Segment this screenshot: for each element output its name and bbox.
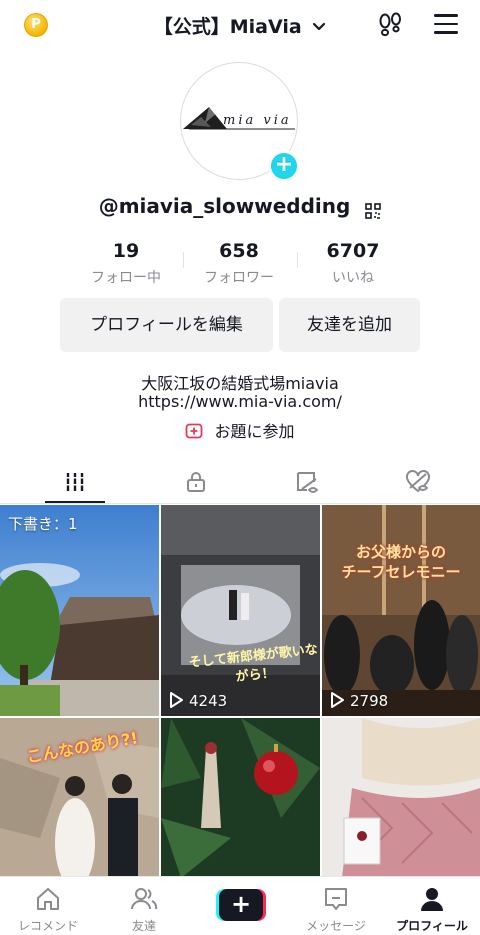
nav-profile[interactable]: プロフィール: [384, 877, 480, 935]
account-switcher[interactable]: 【公式】MiaVia: [0, 12, 480, 39]
video-thumbnail[interactable]: そして新郎様が歌いながら！ 4243: [161, 505, 320, 716]
video-thumbnail[interactable]: 下書き：1: [0, 505, 159, 716]
bio-text: 大阪江坂の結婚式場miavia: [141, 374, 339, 393]
friends-icon: [131, 888, 158, 910]
home-icon: [37, 888, 59, 910]
avatar-logo-text: mia via: [223, 113, 292, 128]
username-text: @miavia_slowwedding: [98, 194, 351, 218]
content-tabs: [0, 460, 480, 504]
topic-link[interactable]: お題に参加: [0, 418, 480, 442]
likes-count: 6707: [326, 240, 380, 262]
nav-home[interactable]: レコメンド: [0, 877, 96, 935]
bottom-nav: レコメンド 友達 + メッセージ プロフィール: [0, 876, 480, 935]
nav-inbox[interactable]: メッセージ: [288, 877, 384, 935]
tab-videos[interactable]: [15, 460, 135, 504]
followers-label: フォロワー: [204, 270, 274, 286]
tab-tagged[interactable]: [246, 460, 366, 504]
view-count: 4243: [169, 692, 227, 710]
plus-icon: +: [219, 889, 263, 921]
followers-count: 658: [219, 240, 259, 262]
video-thumbnail[interactable]: お父様からの チーフセレモニー 2798: [322, 505, 480, 716]
profile-icon: [421, 888, 443, 911]
play-icon: [170, 692, 183, 708]
menu-icon[interactable]: [434, 14, 458, 34]
stat-followers[interactable]: 658 フォロワー: [184, 240, 294, 287]
qr-code-icon[interactable]: [365, 200, 382, 219]
edit-profile-button[interactable]: プロフィールを編集: [60, 298, 273, 352]
videos-grid-icon: [66, 473, 84, 491]
view-count: 2798: [330, 692, 388, 710]
video-caption-line2: チーフセレモニー: [341, 563, 461, 581]
message-icon: [325, 888, 347, 910]
stat-following[interactable]: 19 フォロー中: [71, 240, 181, 287]
chevron-down-icon: [312, 17, 326, 39]
bio-link[interactable]: https://www.mia-via.com/: [0, 392, 480, 411]
account-name: 【公式】MiaVia: [153, 16, 302, 38]
video-thumbnail[interactable]: [161, 718, 320, 878]
play-icon: [331, 692, 344, 708]
video-caption-line1: お父様からの: [355, 543, 446, 561]
likes-label: いいね: [332, 270, 374, 286]
liked-icon: [406, 470, 430, 493]
following-count: 19: [112, 240, 140, 262]
active-tab-indicator: [45, 501, 105, 503]
tab-private[interactable]: [136, 460, 256, 504]
topic-label: お題に参加: [214, 422, 295, 441]
lock-icon: [187, 472, 205, 492]
nav-create[interactable]: +: [192, 877, 288, 935]
footprint-icon[interactable]: [378, 12, 404, 42]
create-button[interactable]: +: [216, 889, 266, 921]
tab-liked[interactable]: [357, 460, 477, 504]
add-avatar-button[interactable]: +: [268, 150, 300, 182]
username: @miavia_slowwedding: [0, 194, 480, 219]
following-label: フォロー中: [91, 270, 161, 286]
top-bar: P 【公式】MiaVia: [0, 0, 480, 52]
tagged-icon: [297, 472, 319, 493]
video-thumbnail[interactable]: [322, 718, 480, 878]
add-topic-icon: [185, 422, 203, 440]
stat-likes[interactable]: 6707 いいね: [298, 240, 408, 287]
nav-friends[interactable]: 友達: [96, 877, 192, 935]
add-friend-button[interactable]: 友達を追加: [279, 298, 420, 352]
draft-badge: 下書き：1: [8, 515, 78, 533]
